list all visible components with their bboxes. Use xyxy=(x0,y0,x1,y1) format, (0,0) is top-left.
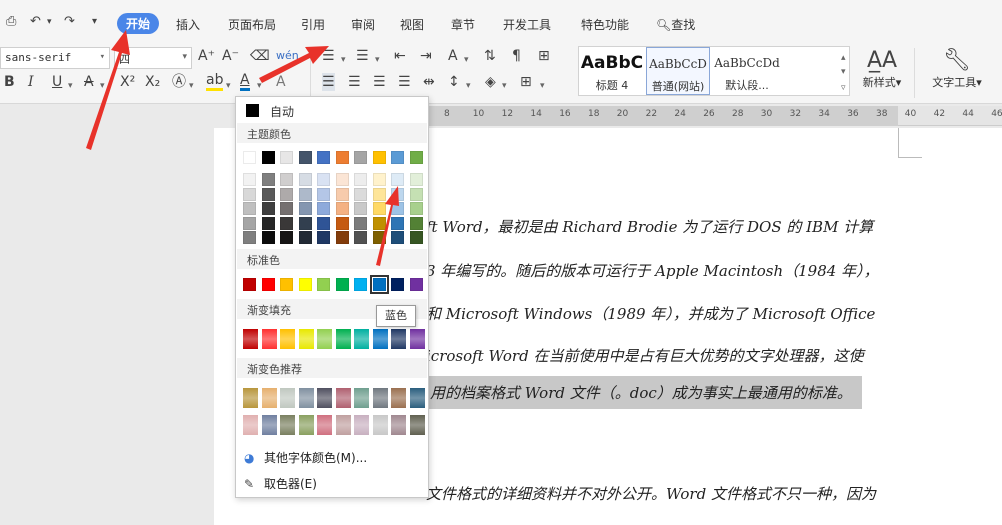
annotation-arrows xyxy=(86,30,399,266)
red-arrow-icon xyxy=(259,46,329,83)
red-arrow-icon xyxy=(86,30,130,150)
red-arrow-icon xyxy=(376,186,399,266)
